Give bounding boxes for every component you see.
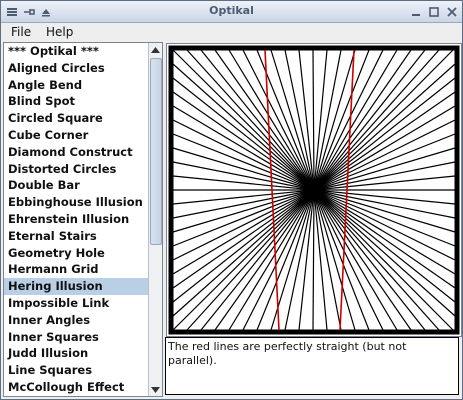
illusion-canvas-panel — [166, 43, 462, 337]
radiating-line — [313, 189, 456, 289]
menu-help[interactable]: Help — [46, 25, 73, 39]
close-icon[interactable] — [445, 5, 458, 18]
radiating-line — [172, 189, 315, 205]
radiating-line — [313, 133, 456, 191]
radiating-lines — [172, 49, 456, 331]
app-window: Optikal File Help *** Optikal *** Aligned… — [0, 0, 463, 400]
radiating-line — [172, 77, 315, 191]
scroll-up-icon[interactable] — [149, 43, 162, 56]
list-item[interactable]: Hermann Grid — [4, 261, 149, 278]
radiating-line — [312, 49, 315, 191]
description-panel: The red lines are perfectly straight (bu… — [165, 337, 459, 395]
list-item[interactable]: Distorted Circles — [4, 161, 149, 178]
radiating-line — [313, 49, 426, 191]
list-item[interactable]: Circled Square — [4, 110, 149, 127]
list-item[interactable]: Geometry Hole — [4, 245, 149, 262]
list-item[interactable]: *** Optikal *** — [4, 43, 149, 60]
radiating-line — [313, 189, 456, 303]
radiating-line — [313, 189, 426, 331]
scroll-thumb[interactable] — [150, 58, 162, 245]
list-item[interactable]: Inner Squares — [4, 329, 149, 346]
list-item[interactable]: Hering Illusion — [4, 278, 149, 295]
scroll-down-icon[interactable] — [149, 383, 162, 396]
radiating-line — [313, 49, 412, 191]
list-item[interactable]: Impossible Link — [4, 295, 149, 312]
maximize-icon[interactable] — [427, 5, 440, 18]
radiating-line — [172, 189, 315, 247]
radiating-line — [172, 63, 315, 191]
list-item[interactable]: Cube Corner — [4, 127, 149, 144]
radiating-line — [312, 189, 315, 331]
list-item[interactable]: Double Bar — [4, 177, 149, 194]
radiating-line — [313, 189, 412, 331]
title-bar[interactable]: Optikal — [1, 1, 462, 23]
radiating-line — [313, 49, 370, 191]
list-item[interactable]: Line Squares — [4, 362, 149, 379]
list-item[interactable]: Ehrenstein Illusion — [4, 211, 149, 228]
minimize-icon[interactable] — [409, 5, 422, 18]
radiating-line — [172, 175, 315, 191]
radiating-line — [313, 189, 456, 205]
radiating-line — [172, 133, 315, 191]
radiating-line — [200, 49, 315, 191]
radiating-line — [172, 189, 315, 317]
menu-file[interactable]: File — [11, 25, 31, 39]
window-title: Optikal — [209, 4, 254, 17]
radiating-line — [313, 77, 456, 191]
radiating-line — [313, 189, 456, 247]
list-item[interactable]: Judd Illusion — [4, 345, 149, 362]
list-item[interactable]: Aligned Circles — [4, 60, 149, 77]
illusion-list[interactable]: *** Optikal *** Aligned Circles Angle Bend… — [4, 43, 149, 396]
list-item[interactable]: McCollough Effect — [4, 379, 149, 396]
list-item[interactable]: Ebbinghouse Illusion — [4, 194, 149, 211]
menu-bar: File Help — [1, 23, 462, 41]
list-item[interactable]: Eternal Stairs — [4, 228, 149, 245]
list-scrollbar[interactable] — [148, 43, 162, 396]
radiating-line — [172, 189, 315, 289]
radiating-line — [200, 189, 315, 331]
list-item[interactable]: Blind Spot — [4, 93, 149, 110]
radiating-line — [172, 91, 315, 191]
list-item[interactable]: Angle Bend — [4, 77, 149, 94]
illusion-list-panel: *** Optikal *** Aligned Circles Angle Bend… — [3, 42, 163, 397]
list-item[interactable]: Diamond Construct — [4, 144, 149, 161]
hering-illusion-canvas — [168, 45, 460, 335]
radiating-line — [172, 189, 315, 303]
radiating-line — [313, 175, 456, 191]
radiating-line — [256, 189, 315, 331]
description-text: The red lines are perfectly straight (bu… — [168, 340, 407, 367]
list-item[interactable]: Inner Angles — [4, 312, 149, 329]
radiating-line — [313, 91, 456, 191]
